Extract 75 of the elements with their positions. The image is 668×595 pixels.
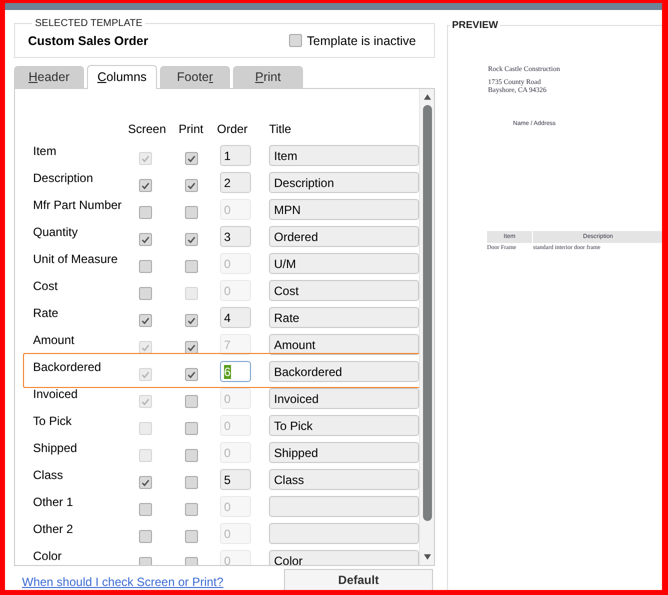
order-field[interactable]: 3 — [220, 226, 251, 247]
order-field[interactable]: 4 — [220, 306, 251, 328]
group-legend: SELECTED TEMPLATE — [32, 18, 146, 29]
print-checkbox[interactable] — [184, 448, 198, 462]
title-field[interactable]: Item — [269, 144, 419, 166]
row-label: Color — [33, 548, 63, 565]
checkbox-label: Template is inactive — [306, 34, 416, 48]
order-field[interactable]: 1 — [220, 144, 251, 166]
title-field[interactable]: Backordered — [269, 360, 419, 382]
title-field[interactable]: To Pick — [269, 414, 419, 436]
order-field[interactable]: 5 — [220, 468, 251, 490]
title-field[interactable] — [269, 496, 419, 517]
print-checkbox[interactable] — [184, 502, 198, 516]
title-field[interactable]: Class — [269, 468, 419, 490]
print-checkbox[interactable] — [184, 530, 198, 543]
print-checkbox[interactable] — [184, 152, 198, 165]
print-checkbox[interactable] — [184, 340, 198, 354]
screen-checkbox[interactable] — [138, 206, 152, 219]
column-header: Title — [269, 122, 292, 138]
column-header: Order — [217, 122, 249, 138]
print-checkbox[interactable] — [184, 476, 198, 489]
title-field[interactable]: Shipped — [269, 442, 419, 463]
print-checkbox[interactable] — [184, 368, 198, 381]
tab[interactable]: Footer — [160, 66, 230, 88]
row-label: Invoiced — [33, 386, 79, 403]
preview-legend: PREVIEW — [450, 20, 500, 31]
row-label: Amount — [33, 332, 76, 349]
scroll-down-icon[interactable] — [422, 553, 432, 561]
screen-checkbox[interactable] — [138, 286, 152, 300]
title-field[interactable]: Invoiced — [269, 388, 419, 409]
print-checkbox[interactable] — [184, 314, 198, 327]
screen-checkbox[interactable] — [138, 502, 152, 516]
tab[interactable]: Print — [233, 66, 303, 88]
screen-checkbox[interactable] — [138, 178, 152, 192]
scroll-up-icon[interactable] — [422, 92, 432, 101]
row-label: Class — [33, 466, 64, 484]
scrollbar[interactable] — [419, 88, 434, 565]
row-label: Cost — [33, 278, 59, 295]
row-label: Backordered — [33, 358, 102, 376]
row-label: Rate — [33, 304, 60, 322]
row-label: To Pick — [33, 412, 73, 430]
print-checkbox[interactable] — [184, 394, 198, 408]
row-label: Other 1 — [33, 494, 74, 511]
print-checkbox[interactable] — [184, 232, 198, 246]
row-label: Other 2 — [33, 520, 74, 538]
print-checkbox[interactable] — [184, 206, 198, 219]
title-field[interactable]: Cost — [269, 280, 419, 301]
title-field[interactable]: Rate — [269, 306, 419, 328]
row-label: Shipped — [33, 440, 78, 457]
title-field[interactable]: MPN — [269, 198, 419, 220]
title-field[interactable]: Description — [269, 172, 419, 193]
title-field[interactable]: Ordered — [269, 226, 419, 247]
row-label: Description — [33, 170, 94, 187]
row-label: Quantity — [33, 224, 79, 241]
tab[interactable]: Header — [14, 66, 84, 88]
row-label: Unit of Measure — [33, 250, 119, 268]
screen-checkbox[interactable] — [138, 232, 152, 246]
row-label: Mfr Part Number — [33, 196, 123, 214]
print-checkbox[interactable] — [184, 178, 198, 192]
screen-checkbox[interactable] — [138, 530, 152, 543]
title-field[interactable]: Color — [269, 550, 419, 565]
title-field[interactable]: U/M — [269, 252, 419, 274]
screen-checkbox[interactable] — [138, 476, 152, 489]
print-checkbox[interactable] — [184, 260, 198, 273]
order-field[interactable]: 2 — [220, 172, 251, 193]
row-label: Item — [33, 142, 58, 160]
default-button[interactable]: Default — [284, 569, 433, 590]
help-link[interactable]: When should I check Screen or Print? — [22, 575, 224, 589]
title-field[interactable] — [269, 522, 419, 544]
title-field[interactable]: Amount — [269, 334, 419, 355]
screen-checkbox[interactable] — [138, 314, 152, 327]
template-name: Custom Sales Order — [28, 34, 148, 48]
tab[interactable]: Columns — [87, 64, 157, 89]
screen-checkbox[interactable] — [138, 260, 152, 273]
print-checkbox[interactable] — [184, 422, 198, 435]
